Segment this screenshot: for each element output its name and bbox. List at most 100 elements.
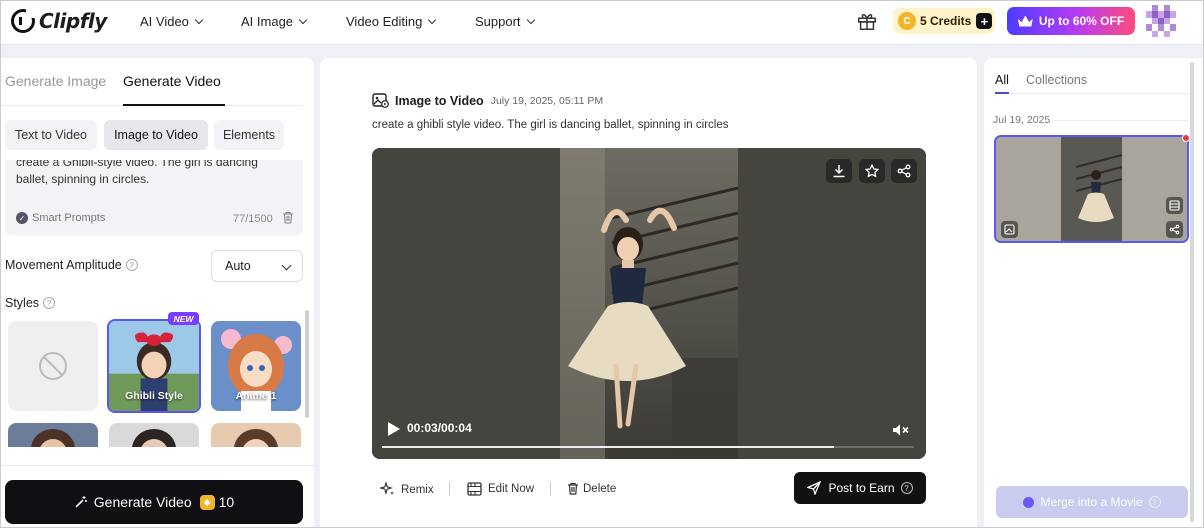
crown-icon xyxy=(1017,15,1033,27)
tab-collections[interactable]: Collections xyxy=(1026,73,1087,87)
trash-icon xyxy=(568,482,578,495)
panel-scrollbar[interactable] xyxy=(305,310,309,418)
nav-ai-video[interactable]: AI Video xyxy=(140,14,204,29)
video-player[interactable]: 00:03/00:04 xyxy=(372,148,926,459)
history-video-thumbnail[interactable] xyxy=(994,135,1189,243)
tab-divider xyxy=(995,93,1189,94)
chevron-down-icon xyxy=(194,15,204,24)
chevron-down-icon xyxy=(428,15,437,24)
play-icon[interactable] xyxy=(388,422,400,436)
help-icon[interactable]: ? xyxy=(43,297,56,309)
image-to-video-icon xyxy=(372,93,389,108)
promo-label: Up to 60% OFF xyxy=(1038,14,1125,28)
favorite-button[interactable] xyxy=(859,159,885,183)
download-button[interactable] xyxy=(826,159,852,183)
result-date: July 19, 2025, 05:11 PM xyxy=(490,94,604,107)
edit-now-button[interactable]: Edit Now xyxy=(467,482,534,496)
style-name: Ghibli Style xyxy=(125,390,183,402)
post-to-earn-button[interactable]: Post to Earn ? xyxy=(794,472,926,504)
delete-button[interactable]: Delete xyxy=(567,482,616,495)
page-scrollbar[interactable] xyxy=(1190,62,1194,522)
panel-divider xyxy=(1,465,314,466)
video-frame xyxy=(372,148,926,459)
film-icon xyxy=(1169,200,1180,211)
share-thumbnail-button[interactable] xyxy=(1166,221,1183,238)
send-icon xyxy=(807,481,822,495)
remix-button[interactable]: Remix xyxy=(380,482,434,497)
upgrade-promo-button[interactable]: Up to 60% OFF xyxy=(1007,7,1135,35)
nav-label: AI Image xyxy=(241,14,294,29)
logo-text: Clipfly xyxy=(39,9,107,33)
chevron-down-icon xyxy=(526,15,535,24)
help-icon[interactable]: ? xyxy=(900,482,913,494)
image-source-button[interactable] xyxy=(1001,221,1018,238)
movement-value: Auto xyxy=(225,259,251,273)
share-icon xyxy=(1169,224,1180,235)
tab-all[interactable]: All xyxy=(995,73,1009,87)
portrait-thumbnail xyxy=(211,423,301,447)
edit-now-label: Edit Now xyxy=(488,483,535,495)
tab-generate-image[interactable]: Generate Image xyxy=(5,73,106,89)
nav-label: Video Editing xyxy=(346,14,423,29)
prompt-textarea[interactable]: create a Ghibli-style video. The girl is… xyxy=(5,160,303,236)
clipfly-logo[interactable]: Clipfly xyxy=(11,9,107,33)
edit-thumbnail-button[interactable] xyxy=(1166,197,1183,214)
style-none[interactable] xyxy=(8,321,98,411)
avatar[interactable] xyxy=(1146,5,1176,37)
generation-panel: Generate Image Generate Video Text to Vi… xyxy=(1,58,314,527)
subtab-text-to-video[interactable]: Text to Video xyxy=(5,120,97,150)
smart-prompts-toggle[interactable]: ✓ Smart Prompts xyxy=(16,212,105,224)
delete-label: Delete xyxy=(583,482,617,495)
share-button[interactable] xyxy=(891,159,917,183)
style-ghibli[interactable]: Ghibli Style xyxy=(107,319,201,413)
date-divider xyxy=(1054,120,1188,121)
style-portrait-3[interactable] xyxy=(211,423,301,447)
result-header: Image to Video July 19, 2025, 05:11 PM xyxy=(372,93,603,108)
style-portrait-2[interactable] xyxy=(109,423,199,447)
image-icon xyxy=(1004,224,1015,235)
gift-icon[interactable] xyxy=(856,10,878,32)
film-edit-icon xyxy=(467,482,482,496)
styles-label: Styles ? xyxy=(5,296,56,310)
trash-icon[interactable] xyxy=(282,211,294,224)
movement-amplitude-select[interactable]: Auto xyxy=(211,250,303,282)
nav-support[interactable]: Support xyxy=(475,14,535,29)
styles-label-text: Styles xyxy=(5,296,40,310)
help-icon[interactable]: ? xyxy=(125,259,138,271)
logo-icon xyxy=(11,9,35,33)
style-name: Anime 1 xyxy=(235,390,277,402)
new-badge: NEW xyxy=(168,312,199,325)
chevron-down-icon xyxy=(281,260,292,271)
duration: 00:04 xyxy=(441,421,472,435)
merge-into-movie-button[interactable]: Merge into a Movie ? xyxy=(996,486,1188,518)
generate-cost: 10 xyxy=(218,494,235,510)
nav-video-editing[interactable]: Video Editing xyxy=(346,14,437,29)
help-icon[interactable]: ? xyxy=(1148,496,1161,508)
chevron-down-icon xyxy=(298,15,308,24)
remix-label: Remix xyxy=(401,483,434,496)
style-anime-1[interactable]: Anime 1 xyxy=(211,321,301,411)
merge-icon xyxy=(1023,496,1035,508)
movement-label-text: Movement Amplitude xyxy=(5,258,122,272)
plus-icon: + xyxy=(976,13,993,29)
star-icon xyxy=(865,164,879,178)
progress-bar[interactable] xyxy=(382,446,914,448)
history-group-date: Jul 19, 2025 xyxy=(993,114,1051,126)
nav-label: AI Video xyxy=(140,14,189,29)
portrait-thumbnail xyxy=(109,423,199,447)
nav-ai-image[interactable]: AI Image xyxy=(241,14,308,29)
generate-video-button[interactable]: Generate Video ◆ 10 xyxy=(5,480,303,524)
char-count: 77/1500 xyxy=(233,213,273,225)
credits-button[interactable]: C 5 Credits + xyxy=(893,8,995,34)
subtab-image-to-video[interactable]: Image to Video xyxy=(104,120,208,150)
muted-speaker-icon[interactable] xyxy=(892,423,910,437)
subtab-elements[interactable]: Elements xyxy=(214,120,284,150)
post-label: Post to Earn xyxy=(828,481,895,495)
tab-generate-video[interactable]: Generate Video xyxy=(123,73,221,89)
credits-label: 5 Credits xyxy=(920,14,972,28)
active-tab-indicator xyxy=(123,104,225,106)
prompt-text: create a Ghibli-style video. The girl is… xyxy=(16,160,258,186)
nav-label: Support xyxy=(475,14,521,29)
style-portrait-1[interactable] xyxy=(8,423,98,447)
playback-time: 00:03/00:04 xyxy=(407,421,472,435)
